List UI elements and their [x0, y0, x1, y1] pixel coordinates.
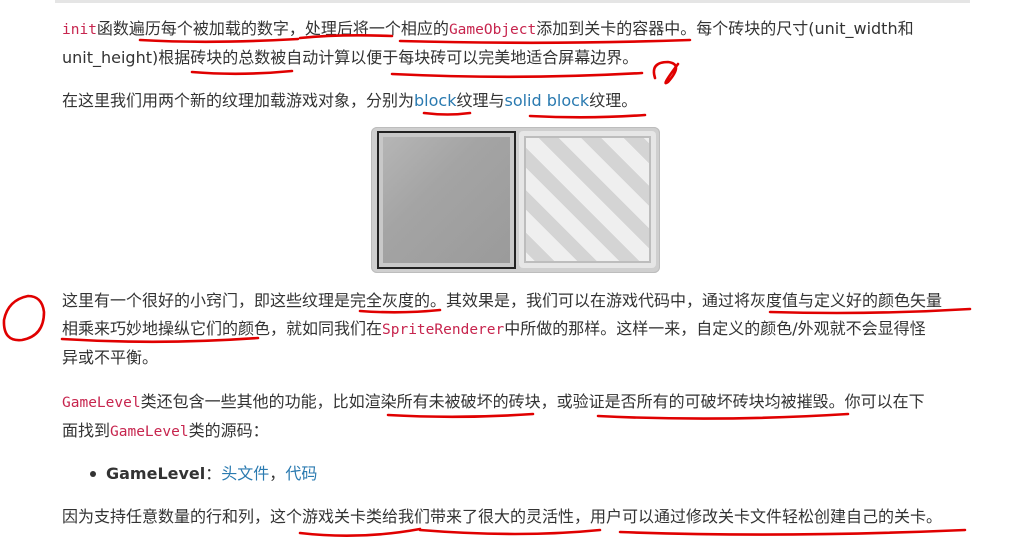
- top-divider: [55, 0, 970, 3]
- underline-mark: [528, 113, 647, 119]
- paragraph-text: 纹理。: [589, 91, 638, 110]
- paragraph-text: 这里有一个很好的小窍门，即这些纹理是完全灰度的。其效果是，我们可以在游戏代码中，…: [62, 291, 943, 310]
- link-source-code[interactable]: 代码: [285, 464, 317, 483]
- paragraph-gamelevel-features: GameLevel类还包含一些其他的功能，比如渲染所有未被破坏的砖块，或验证是否…: [62, 388, 974, 446]
- link-header-file[interactable]: 头文件: [221, 464, 269, 483]
- paragraph-text: 函数遍历每个被加载的数字，处理后将一个相应的: [96, 19, 449, 38]
- source-links-list: GameLevel：头文件，代码: [62, 460, 317, 488]
- paragraph-text: unit_height)根据砖块的总数被自动计算以便于每块砖可以完美地适合屏幕边…: [62, 48, 639, 67]
- paragraph-text: 中所做的那样。这样一来，自定义的颜色/外观就不会显得怪: [504, 319, 926, 338]
- paragraph-text: 添加到关卡的容器中。每个砖块的尺寸(unit_width和: [536, 19, 914, 38]
- list-item: GameLevel：头文件，代码: [62, 460, 317, 488]
- paragraph-text: 纹理与: [456, 91, 505, 110]
- texture-image: [371, 127, 660, 273]
- solid-block-texture-image: [519, 131, 656, 268]
- paragraph-init-description: init函数遍历每个被加载的数字，处理后将一个相应的GameObject添加到关…: [62, 15, 974, 72]
- paragraph-text: 类的源码：: [188, 421, 269, 440]
- inline-code-init: init: [62, 22, 97, 38]
- underline-mark: [390, 71, 644, 79]
- list-separator: ：: [205, 464, 222, 483]
- inline-code-gameobject: GameObject: [448, 22, 537, 38]
- list-separator: ，: [269, 464, 286, 483]
- inline-code-gamelevel: GameLevel: [62, 395, 141, 411]
- paragraph-grayscale-trick: 这里有一个很好的小窍门，即这些纹理是完全灰度的。其效果是，我们可以在游戏代码中，…: [62, 287, 974, 372]
- paragraph-text: 类还包含一些其他的功能，比如渲染所有未被破坏的砖块，或验证是否所有的可破坏砖块均…: [140, 392, 925, 411]
- paragraph-flexibility: 因为支持任意数量的行和列，这个游戏关卡类给我们带来了很大的灵活性，用户可以通过修…: [62, 503, 974, 531]
- list-item-title: GameLevel: [106, 464, 206, 483]
- inline-code-spriterenderer: SpriteRenderer: [382, 322, 505, 338]
- block-texture-image: [377, 131, 516, 269]
- link-solid-block-texture[interactable]: solid block: [504, 91, 589, 110]
- paragraph-text: 相乘来巧妙地操纵它们的颜色，就如同我们在: [62, 319, 383, 338]
- circle-mark: [2, 294, 46, 342]
- paragraph-text: 异或不平衡。: [62, 348, 159, 367]
- bullet-dot: [90, 471, 96, 477]
- paragraph-text: 面找到: [62, 421, 111, 440]
- document-page: init函数遍历每个被加载的数字，处理后将一个相应的GameObject添加到关…: [0, 0, 1010, 557]
- link-block-texture[interactable]: block: [414, 91, 456, 110]
- paragraph-text: 因为支持任意数量的行和列，这个游戏关卡类给我们带来了很大的灵活性，用户可以通过修…: [62, 507, 943, 526]
- paragraph-text: 在这里我们用两个新的纹理加载游戏对象，分别为: [62, 91, 415, 110]
- inline-code-gamelevel: GameLevel: [110, 424, 189, 440]
- paragraph-textures: 在这里我们用两个新的纹理加载游戏对象，分别为block纹理与solid bloc…: [62, 87, 974, 115]
